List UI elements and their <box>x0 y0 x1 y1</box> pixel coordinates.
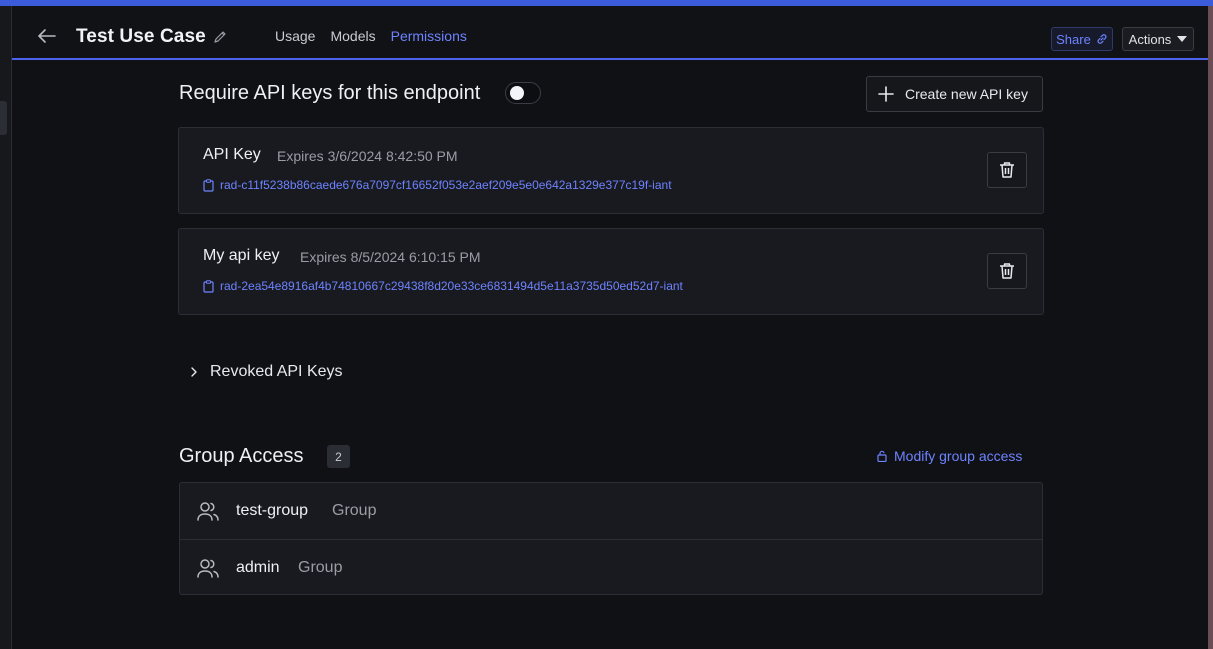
chevron-right-icon <box>191 367 197 377</box>
api-key-value[interactable]: rad-2ea54e8916af4b74810667c29438f8d20e33… <box>203 279 683 293</box>
clipboard-icon <box>203 178 214 192</box>
delete-key-button[interactable] <box>987 253 1027 289</box>
revoked-keys-label: Revoked API Keys <box>210 363 343 380</box>
revoked-keys-toggle[interactable]: Revoked API Keys <box>188 363 343 381</box>
create-api-key-label: Create new API key <box>905 86 1028 102</box>
page-title: Test Use Case <box>76 26 206 47</box>
require-api-keys-toggle[interactable] <box>505 82 541 104</box>
caret-down-icon <box>1177 36 1188 42</box>
group-row[interactable]: admin Group <box>180 539 1042 596</box>
group-access-title: Group Access <box>179 445 304 467</box>
create-api-key-button[interactable]: Create new API key <box>866 76 1043 112</box>
api-key-expires: Expires 8/5/2024 6:10:15 PM <box>300 249 481 265</box>
api-key-name: My api key <box>203 247 280 264</box>
lock-icon <box>877 450 887 462</box>
share-label: Share <box>1056 31 1091 47</box>
arrow-left-icon <box>38 29 56 43</box>
group-row[interactable]: test-group Group <box>180 483 1042 539</box>
page-header: Test Use Case Usage Models Permissions S… <box>12 6 1208 60</box>
delete-key-button[interactable] <box>987 152 1027 188</box>
modify-group-access-label: Modify group access <box>894 448 1023 464</box>
clipboard-icon <box>203 279 214 293</box>
group-list: test-group Group admin Group <box>179 482 1043 595</box>
back-button[interactable] <box>36 25 58 47</box>
pencil-icon[interactable] <box>212 29 228 45</box>
api-key-value-text: rad-c11f5238b86caede676a7097cf16652f053e… <box>220 178 672 192</box>
api-key-card: API Key Expires 3/6/2024 8:42:50 PM rad-… <box>178 127 1044 214</box>
right-window-edge <box>1208 6 1213 649</box>
left-sidebar-edge <box>0 6 12 649</box>
trash-icon <box>1000 162 1014 178</box>
group-type: Group <box>332 502 377 519</box>
link-icon <box>1097 34 1107 44</box>
api-key-value-text: rad-2ea54e8916af4b74810667c29438f8d20e33… <box>220 279 683 293</box>
require-api-keys-label: Require API keys for this endpoint <box>179 82 481 104</box>
toggle-knob <box>510 86 524 100</box>
actions-dropdown[interactable]: Actions <box>1122 27 1194 51</box>
group-name: admin <box>236 559 280 576</box>
api-key-expires: Expires 3/6/2024 8:42:50 PM <box>277 148 458 164</box>
users-icon <box>197 559 219 578</box>
tab-usage[interactable]: Usage <box>275 28 315 44</box>
group-count-badge: 2 <box>327 445 350 468</box>
plus-icon <box>878 86 894 102</box>
tab-bar: Usage Models Permissions <box>275 28 482 44</box>
modify-group-access-link[interactable]: Modify group access <box>877 448 1022 464</box>
share-button[interactable]: Share <box>1051 27 1113 51</box>
api-key-name: API Key <box>203 146 261 163</box>
actions-label: Actions <box>1128 31 1172 47</box>
api-key-card: My api key Expires 8/5/2024 6:10:15 PM r… <box>178 228 1044 315</box>
users-icon <box>197 502 219 521</box>
trash-icon <box>1000 263 1014 279</box>
tab-models[interactable]: Models <box>330 28 375 44</box>
group-name: test-group <box>236 502 309 519</box>
sidebar-handle[interactable] <box>0 101 7 135</box>
tab-permissions[interactable]: Permissions <box>391 28 467 44</box>
group-type: Group <box>298 559 343 576</box>
api-key-value[interactable]: rad-c11f5238b86caede676a7097cf16652f053e… <box>203 178 672 192</box>
